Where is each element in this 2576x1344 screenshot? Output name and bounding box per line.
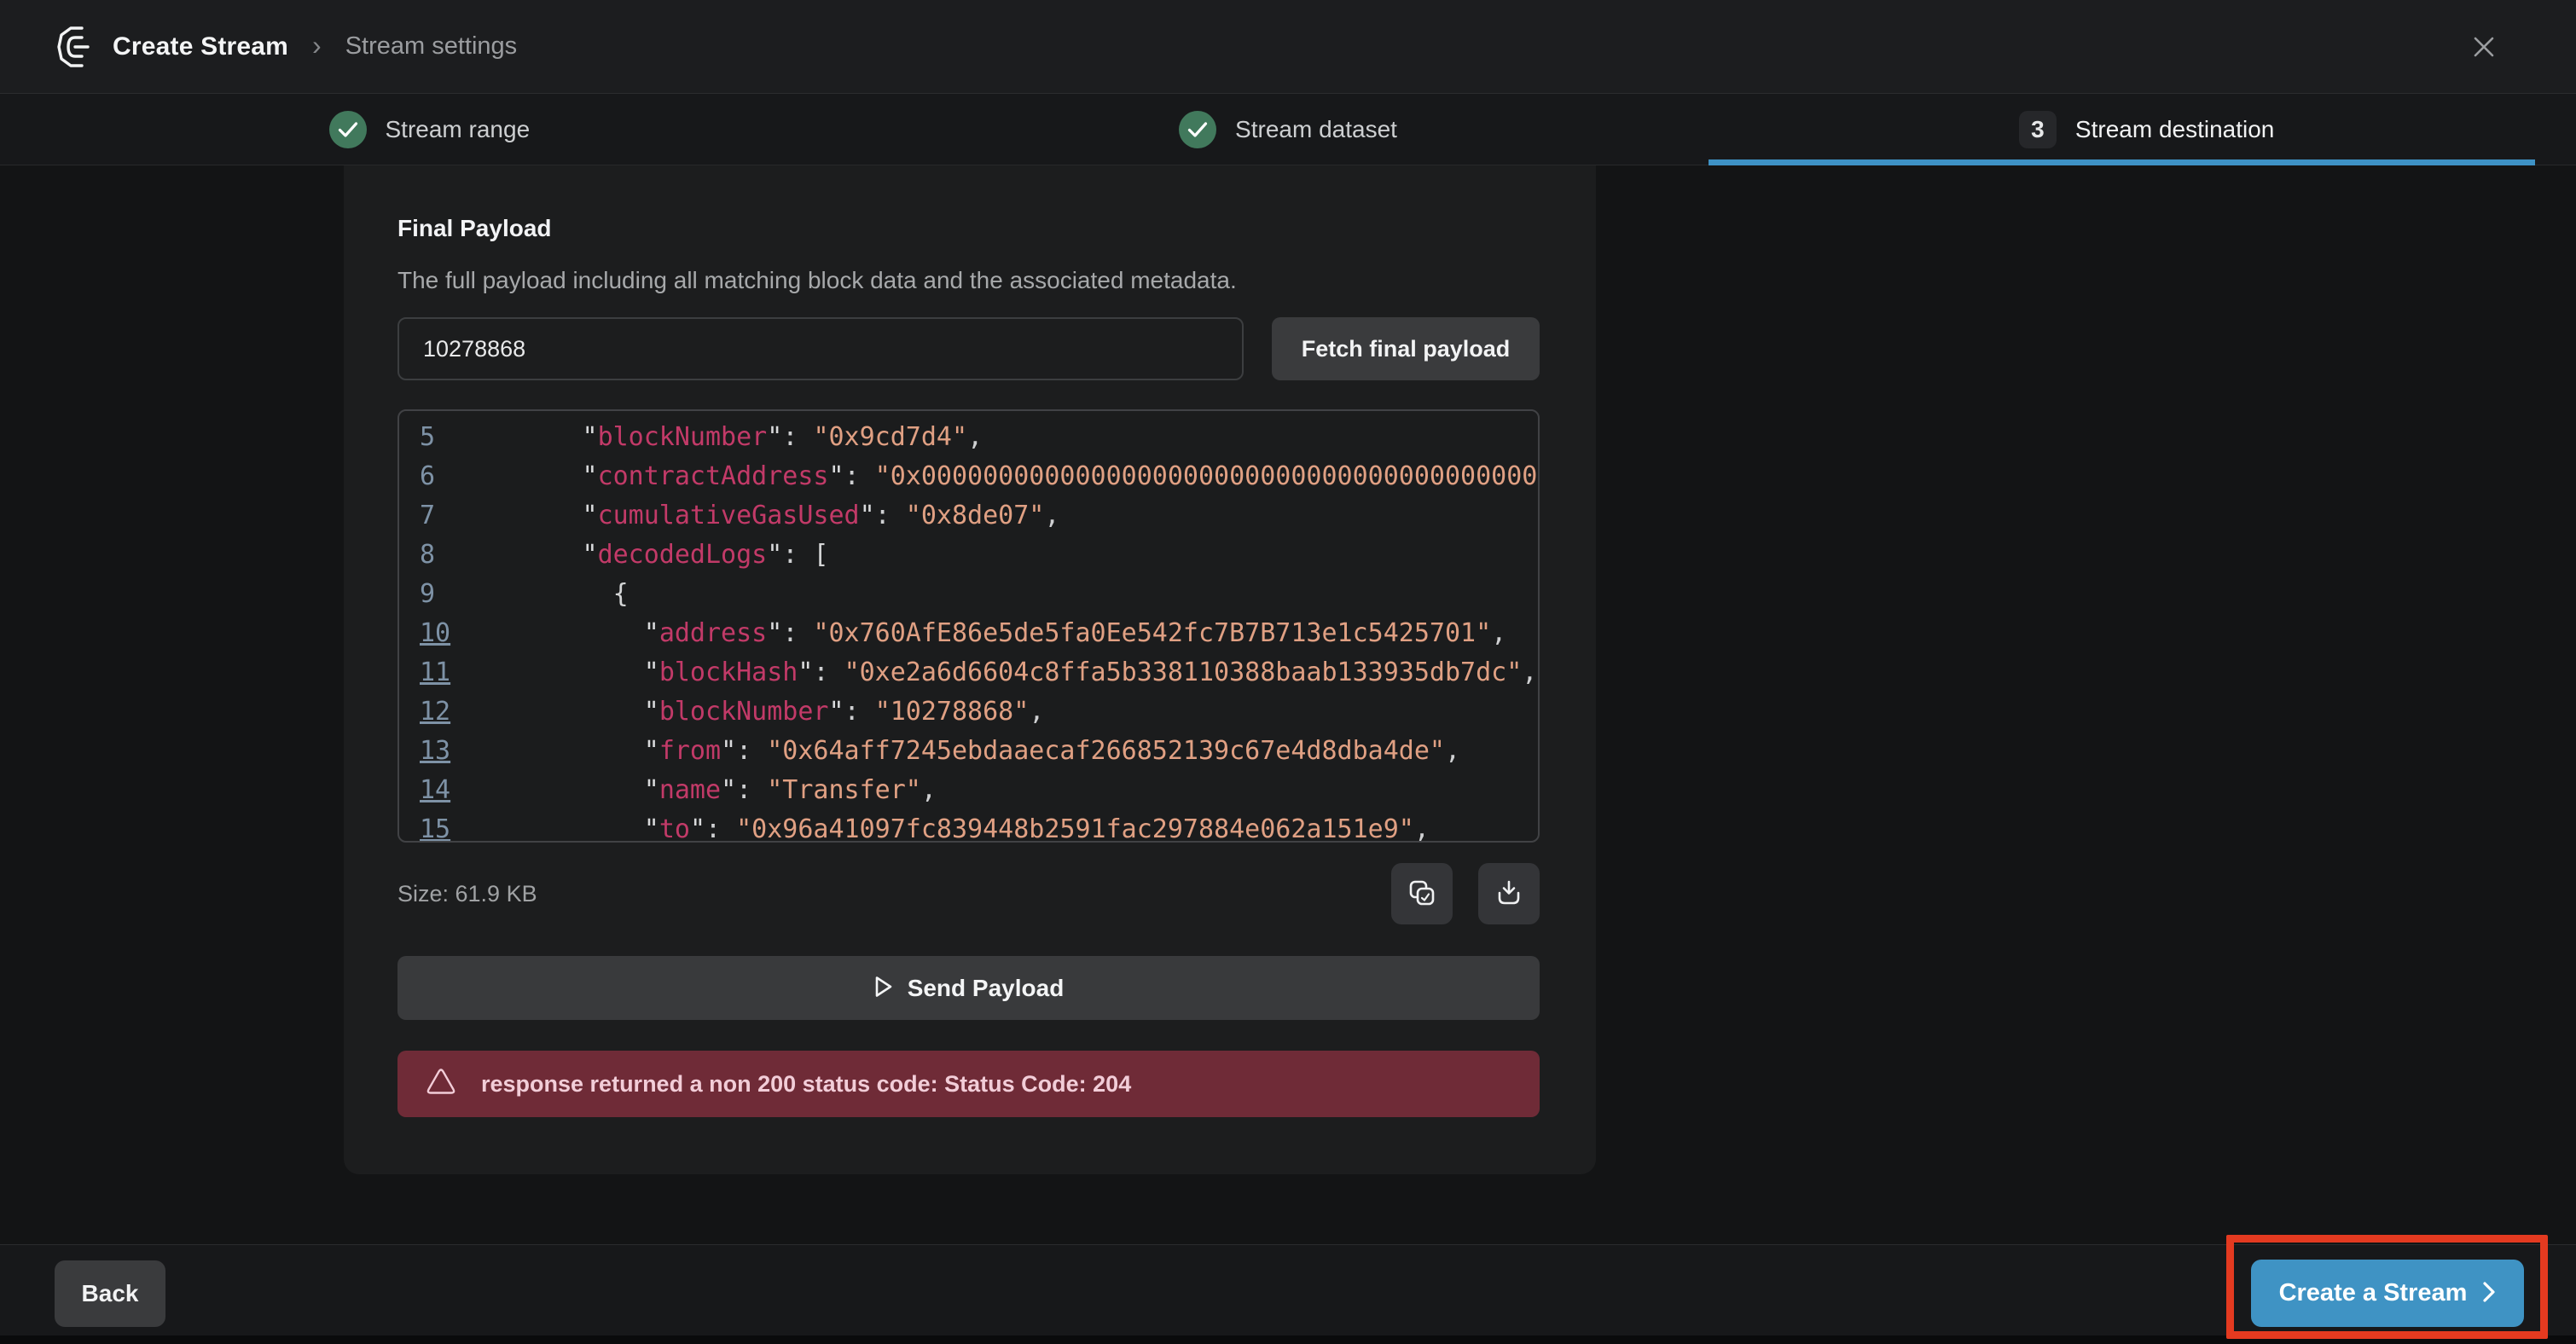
step-stream-range[interactable]: Stream range — [0, 94, 859, 165]
footer-bar: Back — [0, 1244, 2576, 1335]
copy-payload-button[interactable] — [1391, 863, 1453, 924]
step-label: Stream dataset — [1235, 116, 1397, 143]
fetch-final-payload-button[interactable]: Fetch final payload — [1272, 317, 1540, 380]
stream-destination-panel: Final Payload The full payload including… — [344, 165, 1596, 1174]
code-line: 13 "from": "0x64aff7245ebdaaecaf26685213… — [399, 732, 1538, 771]
code-line: 7 "cumulativeGasUsed": "0x8de07", — [399, 496, 1538, 536]
code-line: 12 "blockNumber": "10278868", — [399, 692, 1538, 732]
payload-size-row: Size: 61.9 KB — [397, 863, 1540, 924]
code-line: 15 "to": "0x96a41097fc839448b2591fac2978… — [399, 810, 1538, 843]
top-bar: Create Stream › Stream settings — [0, 0, 2576, 94]
play-icon — [873, 975, 894, 1001]
payload-code-viewer[interactable]: 5 "blockNumber": "0x9cd7d4",6 "contractA… — [397, 409, 1540, 843]
breadcrumb-stream-settings: Stream settings — [345, 32, 517, 61]
code-line: 9 { — [399, 575, 1538, 614]
copy-icon — [1407, 878, 1436, 910]
create-a-stream-label: Create a Stream — [2279, 1279, 2468, 1307]
code-line: 6 "contractAddress": "0x0000000000000000… — [399, 457, 1538, 496]
block-number-input[interactable] — [397, 317, 1244, 380]
step-number-badge: 3 — [2019, 111, 2057, 148]
check-icon — [329, 111, 367, 148]
warning-triangle-icon — [426, 1069, 455, 1099]
app-logo-icon — [56, 26, 96, 68]
panel-description: The full payload including all matching … — [397, 267, 1540, 294]
step-stream-dataset[interactable]: Stream dataset — [859, 94, 1718, 165]
send-payload-label: Send Payload — [908, 975, 1065, 1002]
error-banner: response returned a non 200 status code:… — [397, 1051, 1540, 1117]
download-payload-button[interactable] — [1478, 863, 1540, 924]
send-payload-button[interactable]: Send Payload — [397, 956, 1540, 1020]
breadcrumb-separator: › — [312, 32, 322, 59]
code-line: 5 "blockNumber": "0x9cd7d4", — [399, 418, 1538, 457]
code-line: 10 "address": "0x760AfE86e5de5fa0Ee542fc… — [399, 614, 1538, 653]
block-input-row: Fetch final payload — [397, 317, 1540, 380]
code-lines: 5 "blockNumber": "0x9cd7d4",6 "contractA… — [399, 418, 1538, 843]
panel-title: Final Payload — [397, 215, 1540, 242]
error-message: response returned a non 200 status code:… — [481, 1071, 1131, 1098]
chevron-right-icon — [2482, 1281, 2496, 1306]
back-button[interactable]: Back — [55, 1260, 165, 1327]
close-icon[interactable] — [2463, 26, 2504, 67]
payload-size-label: Size: 61.9 KB — [397, 881, 537, 907]
code-line: 11 "blockHash": "0xe2a6d6604c8ffa5b33811… — [399, 653, 1538, 692]
code-line: 14 "name": "Transfer", — [399, 771, 1538, 810]
download-icon — [1494, 878, 1523, 910]
check-icon — [1179, 111, 1216, 148]
breadcrumb-create-stream[interactable]: Create Stream — [113, 32, 288, 61]
step-bar: Stream range Stream dataset 3 Stream des… — [0, 94, 2576, 165]
step-label: Stream destination — [2075, 116, 2274, 143]
code-line: 8 "decodedLogs": [ — [399, 536, 1538, 575]
create-a-stream-button[interactable]: Create a Stream — [2251, 1260, 2524, 1327]
step-label: Stream range — [386, 116, 531, 143]
step-stream-destination[interactable]: 3 Stream destination — [1717, 94, 2576, 165]
window-bottom-edge — [0, 1335, 2576, 1344]
